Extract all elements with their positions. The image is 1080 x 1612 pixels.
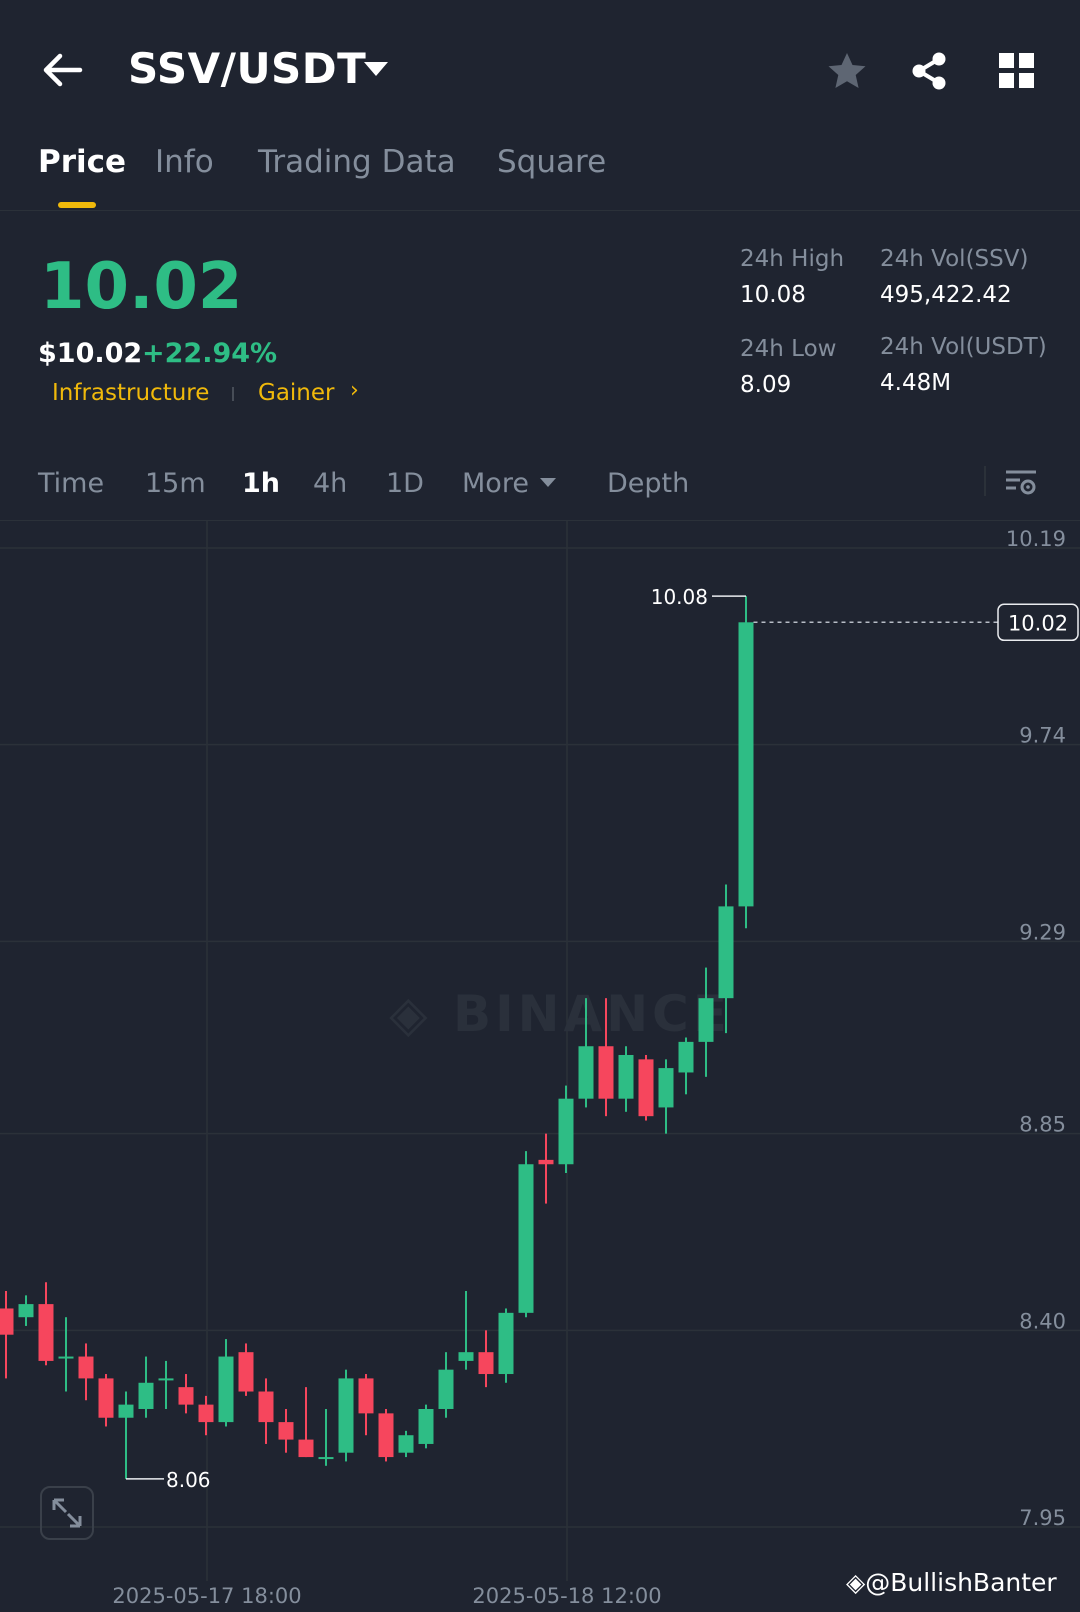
- candle-body: [538, 1159, 554, 1165]
- candle-body: [418, 1408, 434, 1444]
- candle-body: [298, 1439, 314, 1458]
- candle-body: [598, 1046, 614, 1099]
- interval-1h[interactable]: 1h: [242, 468, 280, 499]
- tab-square[interactable]: Square: [497, 144, 606, 180]
- candle-body: [98, 1378, 114, 1418]
- x-tick-label: 2025-05-17 18:00: [112, 1584, 301, 1608]
- candle-body: [518, 1164, 534, 1313]
- candle-body: [338, 1378, 354, 1453]
- tag-separator: [232, 387, 234, 401]
- candle-body: [738, 622, 754, 907]
- candle-body: [478, 1352, 494, 1375]
- watermark-text: @BullishBanter: [865, 1568, 1057, 1597]
- depth-tab[interactable]: Depth: [607, 468, 689, 499]
- candle-body: [318, 1457, 334, 1460]
- tab-info[interactable]: Info: [155, 144, 214, 180]
- binance-logo-icon: ◈: [846, 1568, 866, 1597]
- vol-base-value: 495,422.42: [880, 282, 1012, 308]
- candle-body: [218, 1356, 234, 1423]
- expand-icon: [52, 1498, 82, 1528]
- star-icon[interactable]: [826, 50, 868, 92]
- vol-base-label: 24h Vol(SSV): [880, 246, 1029, 272]
- candle-body: [558, 1098, 574, 1165]
- high-marker-label: 10.08: [651, 585, 708, 609]
- share-icon[interactable]: [908, 50, 950, 92]
- chart-settings-icon[interactable]: [1004, 466, 1038, 500]
- tag-gainer[interactable]: Gainer: [258, 380, 335, 406]
- vol-quote-value: 4.48M: [880, 370, 952, 396]
- candle-body: [658, 1068, 674, 1108]
- candle-body: [678, 1041, 694, 1073]
- candle-body: [58, 1356, 74, 1359]
- x-tick-label: 2025-05-18 12:00: [472, 1584, 661, 1608]
- candle-body: [118, 1404, 134, 1418]
- candle-body: [398, 1435, 414, 1453]
- candle-body: [258, 1391, 274, 1423]
- y-tick-label: 9.74: [1019, 724, 1066, 748]
- candle-body: [498, 1312, 514, 1375]
- y-tick-label: 8.40: [1019, 1309, 1066, 1333]
- price-usd: $10.02: [38, 338, 143, 369]
- tab-price[interactable]: Price: [38, 144, 126, 180]
- low-value: 8.09: [740, 372, 792, 398]
- candle-body: [38, 1304, 54, 1361]
- candle-body: [358, 1378, 374, 1414]
- interval-4h[interactable]: 4h: [313, 468, 347, 499]
- candle-body: [18, 1304, 34, 1318]
- high-label: 24h High: [740, 246, 845, 272]
- candle-body: [618, 1054, 634, 1099]
- y-tick-label: 9.29: [1019, 920, 1066, 944]
- low-label: 24h Low: [740, 336, 837, 362]
- chevron-right-icon[interactable]: ›: [350, 378, 359, 403]
- interval-time[interactable]: Time: [38, 468, 104, 499]
- tab-trading-data[interactable]: Trading Data: [258, 144, 456, 180]
- candle-body: [78, 1356, 94, 1379]
- candle-body: [198, 1404, 214, 1423]
- candle-body: [458, 1352, 474, 1361]
- caret-down-icon[interactable]: [540, 478, 556, 487]
- toolbar-divider: [984, 466, 986, 496]
- candle-body: [158, 1378, 174, 1381]
- back-arrow-icon[interactable]: [40, 48, 84, 92]
- candle-body: [378, 1413, 394, 1458]
- binance-watermark: ◈ BINANCE: [389, 985, 731, 1043]
- interval-1d[interactable]: 1D: [386, 468, 424, 499]
- expand-chart-button[interactable]: [40, 1486, 94, 1540]
- candle-body: [278, 1422, 294, 1440]
- vol-quote-label: 24h Vol(USDT): [880, 334, 1047, 360]
- divider: [0, 210, 1080, 211]
- grid-icon[interactable]: [998, 52, 1036, 90]
- last-price-tag: 10.02: [1008, 611, 1068, 635]
- active-tab-indicator: [58, 202, 96, 208]
- chevron-down-icon[interactable]: [364, 62, 388, 76]
- last-price: 10.02: [40, 250, 243, 324]
- pair-title[interactable]: SSV/USDT: [128, 44, 366, 93]
- high-value: 10.08: [740, 282, 806, 308]
- candle-body: [578, 1046, 594, 1099]
- y-tick-label: 10.19: [1006, 527, 1066, 551]
- more-intervals[interactable]: More: [462, 468, 529, 499]
- candle-body: [698, 998, 714, 1042]
- candlestick-chart[interactable]: 10.19 9.74 9.29 8.85 8.40 7.95 2025-05-17 18:0…: [0, 521, 1080, 1612]
- interval-15m[interactable]: 15m: [145, 468, 206, 499]
- y-tick-label: 7.95: [1019, 1506, 1066, 1530]
- user-watermark: ◈@BullishBanter: [846, 1568, 1057, 1597]
- price-change: +22.94%: [142, 338, 278, 369]
- y-tick-label: 8.85: [1019, 1113, 1066, 1137]
- candle-body: [138, 1382, 154, 1409]
- candle-body: [178, 1387, 194, 1405]
- candle-body: [718, 906, 734, 999]
- candle-body: [0, 1308, 14, 1335]
- candle-body: [238, 1352, 254, 1392]
- tag-infrastructure[interactable]: Infrastructure: [52, 380, 209, 406]
- candle-body: [438, 1369, 454, 1409]
- low-marker-label: 8.06: [166, 1468, 211, 1492]
- candle-body: [638, 1059, 654, 1117]
